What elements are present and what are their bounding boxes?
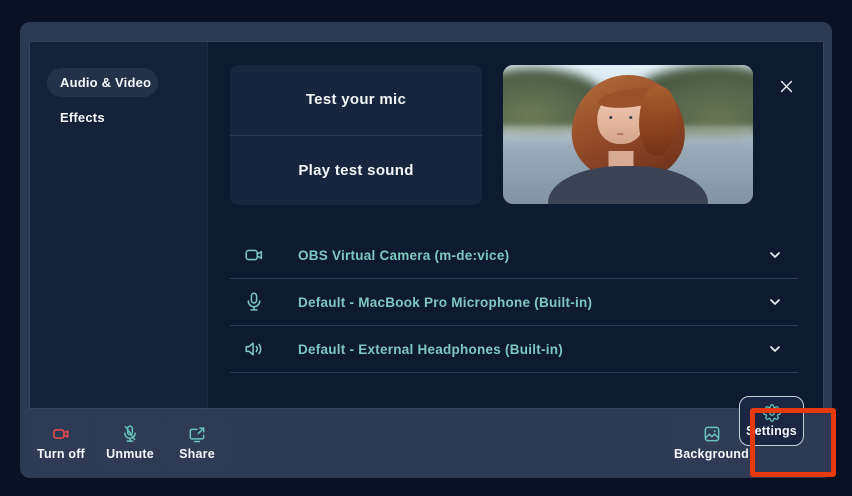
- chevron-down-icon[interactable]: [766, 293, 784, 311]
- close-icon: [778, 78, 795, 95]
- preview-person: [503, 65, 753, 204]
- person-eye: [629, 116, 632, 119]
- sidebar-item-effects[interactable]: Effects: [60, 110, 105, 126]
- audio-video-panel: Test your mic Play test sound: [208, 42, 823, 408]
- camera-preview: [503, 65, 753, 204]
- device-selectors: OBS Virtual Camera (m-de:vice): [230, 232, 798, 373]
- settings-button[interactable]: Settings: [739, 396, 804, 446]
- video-call-app: Audio & Video Effects Test your mic Play…: [0, 0, 852, 496]
- screen-share-icon: [187, 424, 207, 444]
- unmute-label: Unmute: [106, 447, 154, 461]
- test-mic-button[interactable]: Test your mic: [230, 65, 482, 135]
- turn-off-label: Turn off: [37, 447, 85, 461]
- gear-icon: [763, 404, 781, 422]
- microphone-device-select[interactable]: Default - MacBook Pro Microphone (Built-…: [230, 279, 798, 326]
- play-test-sound-label: Play test sound: [298, 162, 413, 179]
- sidebar-item-label: Audio & Video: [60, 75, 151, 90]
- sidebar-item-label: Effects: [60, 110, 105, 125]
- settings-label: Settings: [746, 424, 797, 438]
- settings-sidebar: Audio & Video Effects: [30, 42, 208, 408]
- turn-off-camera-button[interactable]: Turn off: [33, 417, 89, 468]
- speaker-device-value: Default - External Headphones (Built-in): [298, 342, 563, 357]
- video-camera-icon: [243, 244, 265, 266]
- speaker-device-select[interactable]: Default - External Headphones (Built-in): [230, 326, 798, 373]
- person-mouth: [617, 133, 624, 135]
- unmute-button[interactable]: Unmute: [97, 417, 163, 468]
- image-icon: [702, 424, 722, 444]
- video-camera-off-icon: [51, 424, 71, 444]
- settings-dialog: Audio & Video Effects Test your mic Play…: [20, 22, 832, 478]
- share-screen-button[interactable]: Share: [166, 417, 228, 468]
- microphone-device-value: Default - MacBook Pro Microphone (Built-…: [298, 295, 592, 310]
- person-eye: [609, 116, 612, 119]
- camera-device-select[interactable]: OBS Virtual Camera (m-de:vice): [230, 232, 798, 279]
- chevron-down-icon[interactable]: [766, 340, 784, 358]
- person-shoulders: [548, 166, 708, 204]
- chevron-down-icon[interactable]: [766, 246, 784, 264]
- audio-test-tiles: Test your mic Play test sound: [230, 65, 482, 205]
- background-label: Background: [674, 447, 749, 461]
- microphone-muted-icon: [120, 424, 140, 444]
- share-label: Share: [179, 447, 215, 461]
- sidebar-item-audio-video[interactable]: Audio & Video: [47, 68, 158, 97]
- speaker-icon: [243, 338, 265, 360]
- camera-device-value: OBS Virtual Camera (m-de:vice): [298, 248, 509, 263]
- test-mic-label: Test your mic: [306, 91, 406, 108]
- play-test-sound-button[interactable]: Play test sound: [230, 135, 482, 206]
- close-button[interactable]: [774, 74, 798, 98]
- microphone-icon: [243, 291, 265, 313]
